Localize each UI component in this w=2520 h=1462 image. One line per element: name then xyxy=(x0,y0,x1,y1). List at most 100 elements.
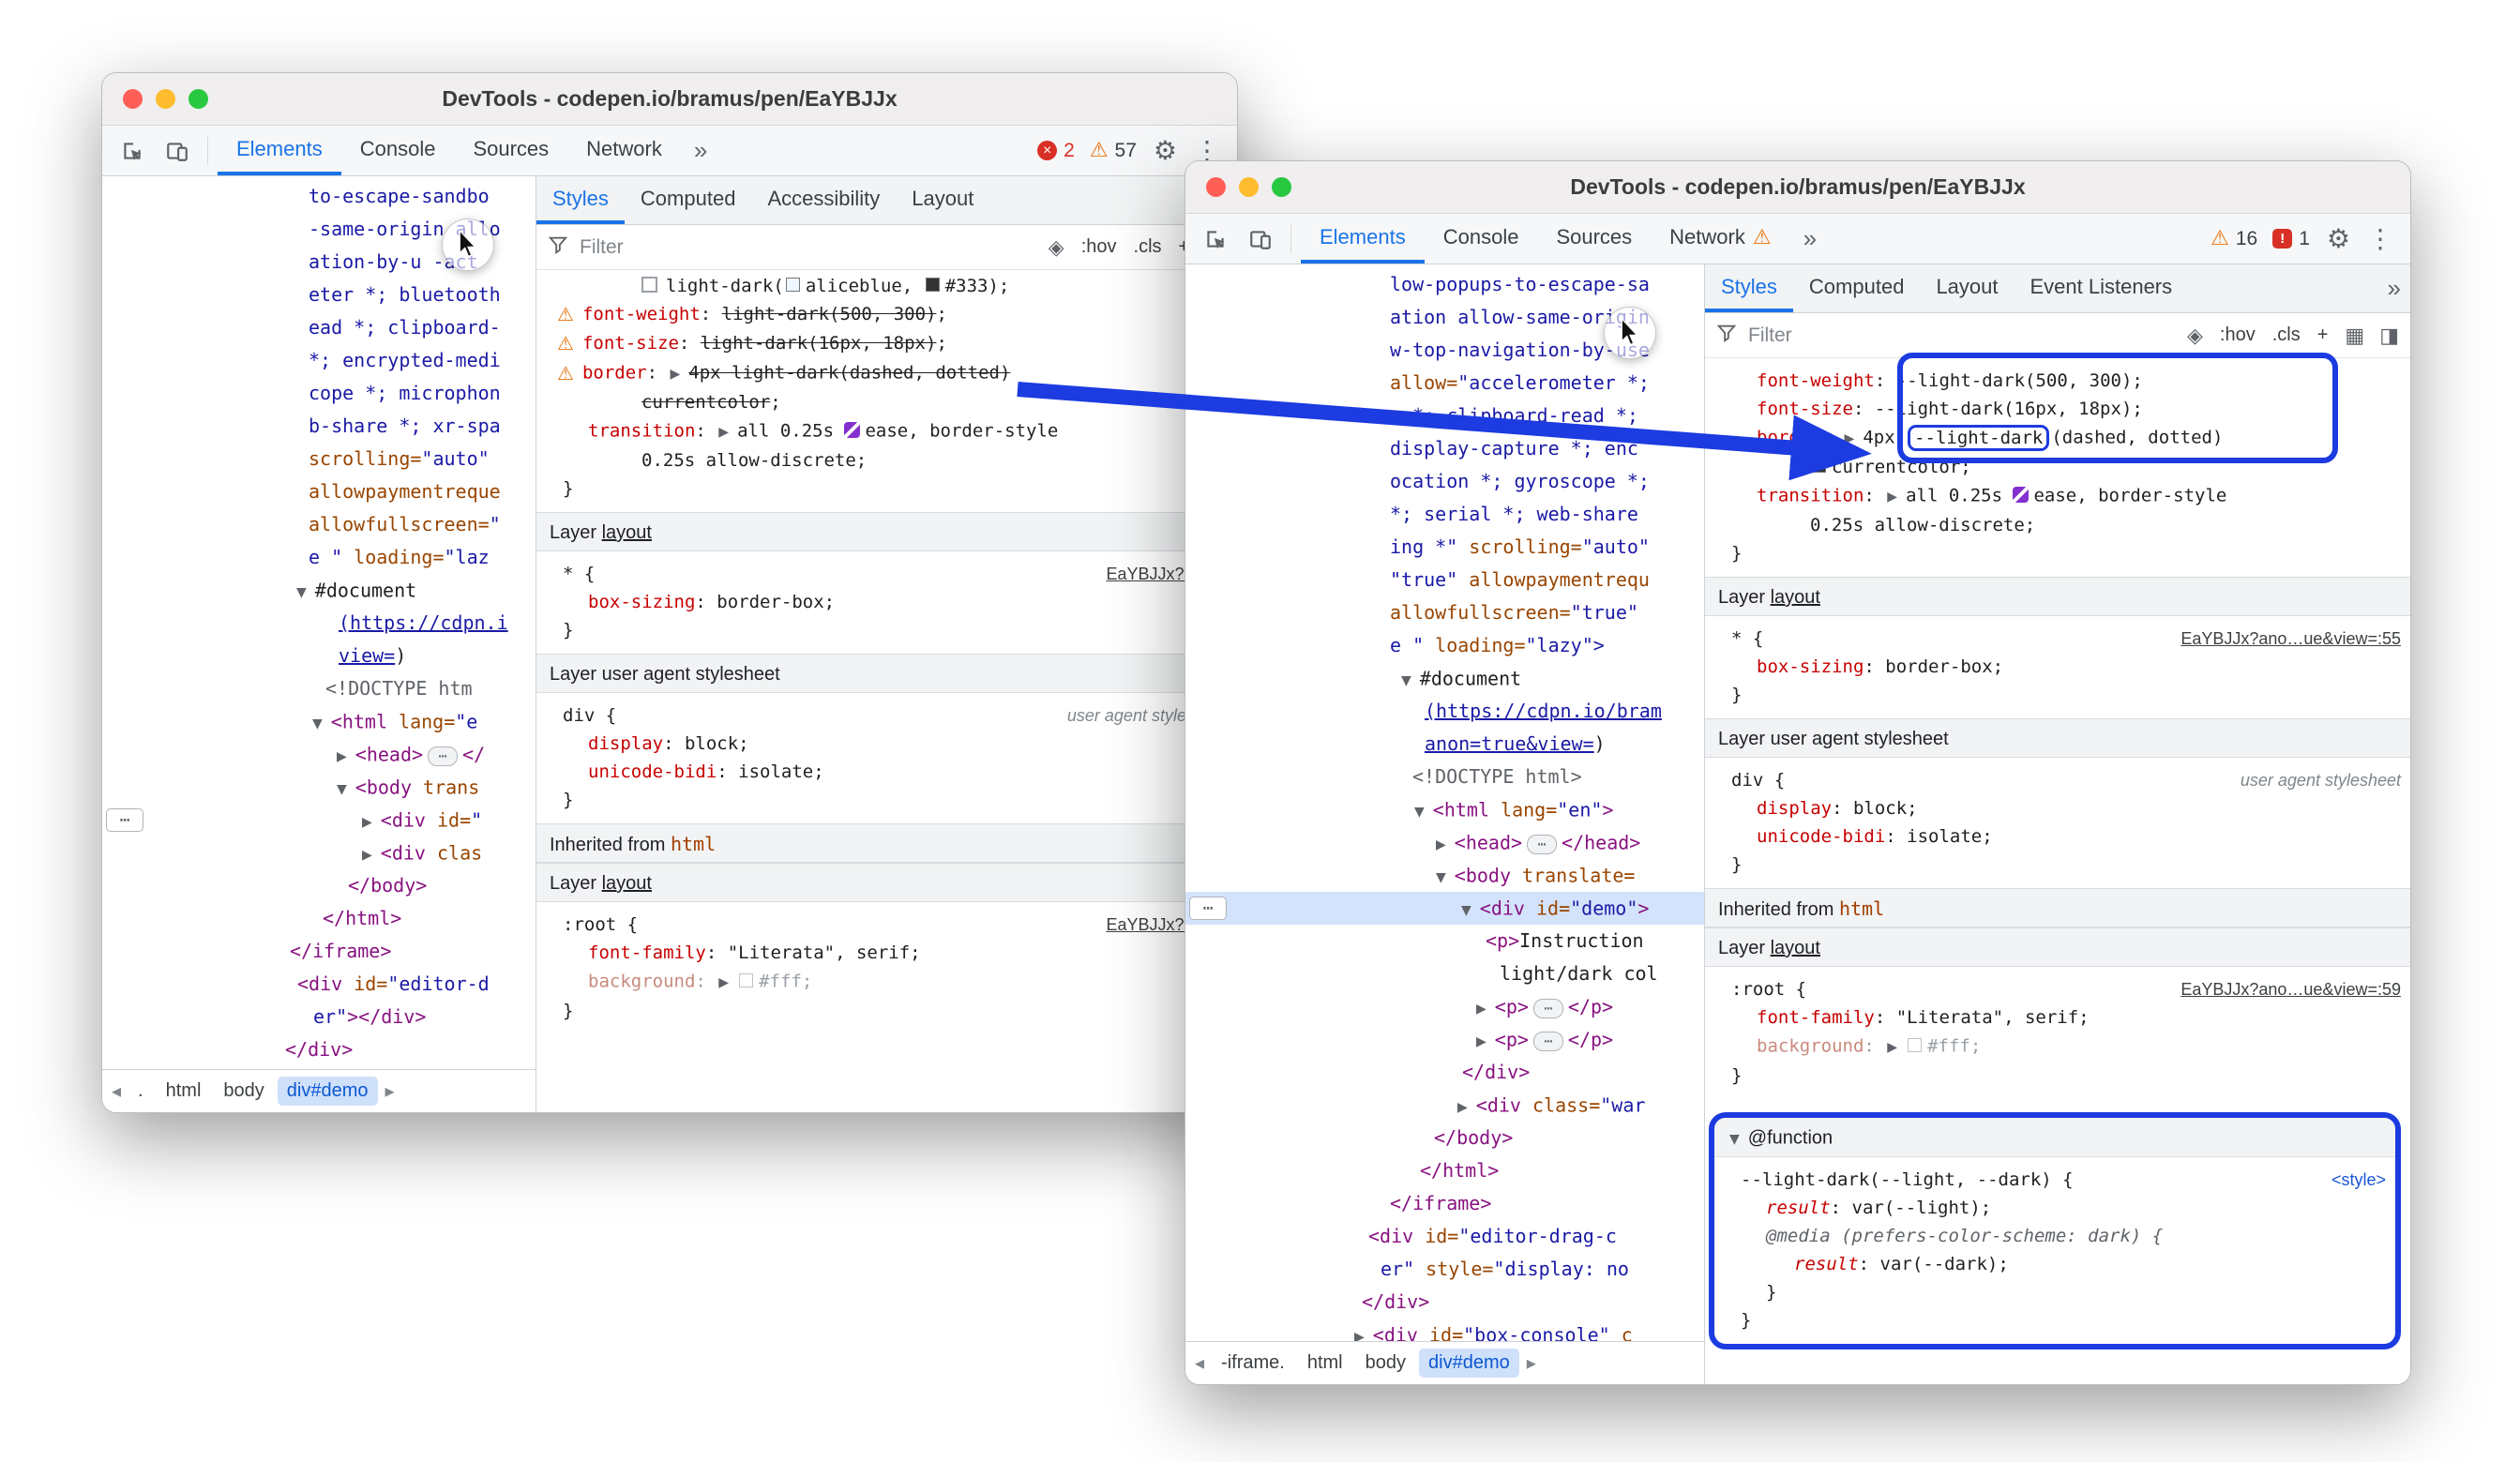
breadcrumb-item-iframe[interactable]: -iframe. xyxy=(1212,1349,1294,1378)
function-section-header[interactable]: @function xyxy=(1714,1118,2395,1157)
style-declaration[interactable]: @media (prefers-color-scheme: dark) { xyxy=(1714,1222,2395,1250)
crumb-scroll-left-icon[interactable] xyxy=(1189,1351,1210,1375)
tr-icon[interactable] xyxy=(1885,1032,1906,1062)
crumb-scroll-right-icon[interactable] xyxy=(380,1079,400,1103)
style-declaration[interactable]: font-weight: light-dark(500, 300); xyxy=(536,300,1237,329)
dom-line[interactable]: </iframe> xyxy=(1185,1187,1704,1220)
style-declaration[interactable]: } xyxy=(1705,1062,2410,1090)
code-link[interactable]: EaYBJJx?ano…ue&view=:59 xyxy=(2180,980,2401,999)
style-declaration[interactable]: 0.25s allow-discrete; xyxy=(536,446,1237,475)
tab-styles[interactable]: Styles xyxy=(536,176,625,224)
dom-line[interactable]: anon=true&view=) xyxy=(1185,728,1704,761)
devtools-window-front[interactable]: DevTools - codepen.io/bramus/pen/EaYBJJx… xyxy=(1185,160,2411,1385)
cb-icon[interactable] xyxy=(641,277,657,293)
device-toolbar-icon[interactable] xyxy=(157,130,198,172)
td-icon[interactable] xyxy=(335,771,355,806)
tab-network[interactable]: Network xyxy=(567,126,681,175)
dom-line[interactable]: <html lang="en"> xyxy=(1185,793,1704,826)
tr-icon[interactable] xyxy=(1456,1089,1476,1124)
dom-line[interactable]: </body> xyxy=(102,869,536,902)
dom-line[interactable]: ation-by-u -act xyxy=(102,246,536,279)
toggle-cls[interactable]: .cls xyxy=(2271,323,2302,348)
more-sidebar-tabs-icon[interactable] xyxy=(2378,274,2410,303)
dom-line[interactable]: (https://cdpn.i xyxy=(102,607,536,640)
source-link[interactable]: EaYBJJx?ano…ue&view=:55 xyxy=(2180,625,2401,653)
code-link[interactable]: EaYBJJx?ano…ue&view=:55 xyxy=(2180,629,2401,648)
tr-icon[interactable] xyxy=(717,967,737,997)
dom-line[interactable]: to-escape-sandbo xyxy=(102,180,536,213)
tr-icon[interactable] xyxy=(360,837,381,872)
dom-line[interactable]: <div id="editor-drag-c xyxy=(1185,1220,1704,1253)
style-declaration[interactable]: box-sizing: border-box; xyxy=(536,588,1237,616)
status-badge-error[interactable]: 2 xyxy=(1037,139,1075,162)
ell-icon[interactable] xyxy=(428,746,458,766)
style-declaration[interactable]: } xyxy=(536,997,1237,1025)
style-declaration[interactable]: } xyxy=(1714,1306,2395,1334)
tab-console[interactable]: Console xyxy=(1425,214,1538,264)
dom-line[interactable]: <div id="demo"> xyxy=(1185,892,1704,925)
dom-line[interactable]: </div> xyxy=(1185,1056,1704,1089)
dom-line[interactable]: light/dark col xyxy=(1185,957,1704,990)
tr-icon[interactable] xyxy=(668,358,688,388)
style-declaration[interactable]: background: #fff; xyxy=(1705,1032,2410,1062)
dom-line[interactable]: *; serial *; web-share xyxy=(1185,498,1704,531)
tr-icon[interactable] xyxy=(304,1066,324,1069)
dom-line[interactable]: <div clas xyxy=(102,837,536,869)
td-icon[interactable] xyxy=(1728,1118,1748,1159)
tr-icon[interactable] xyxy=(360,804,381,839)
menu-icon[interactable] xyxy=(2367,223,2393,254)
code-link[interactable]: anon=true&view= xyxy=(1425,732,1594,755)
layers-icon[interactable] xyxy=(1049,235,1064,260)
devtools-window-back[interactable]: DevTools - codepen.io/bramus/pen/EaYBJJx… xyxy=(101,72,1238,1113)
style-declaration[interactable]: result: var(--dark); xyxy=(1714,1250,2395,1278)
dom-line[interactable]: ing *" scrolling="auto" xyxy=(1185,531,1704,564)
zoom-button[interactable] xyxy=(1272,177,1291,197)
dom-line[interactable]: ead *; clipboard- xyxy=(102,311,536,344)
style-declaration[interactable]: :root {EaYBJJx?ano…ue&view=:59 xyxy=(1705,975,2410,1003)
dom-line[interactable]: e " loading="lazy"> xyxy=(1185,629,1704,662)
style-declaration[interactable]: background: #fff; xyxy=(536,967,1237,997)
dom-line[interactable]: #document xyxy=(102,574,536,607)
tab-accessibility[interactable]: Accessibility xyxy=(751,176,896,224)
code-link[interactable]: view= xyxy=(339,644,395,667)
style-declaration[interactable]: unicode-bidi: isolate; xyxy=(1705,822,2410,851)
dom-line[interactable]: <div id="editor-d xyxy=(102,968,536,1001)
breadcrumb-item-html[interactable]: html xyxy=(157,1077,211,1106)
dom-line[interactable]: cope *; microphon xyxy=(102,377,536,410)
dom-line[interactable]: display-capture *; enc xyxy=(1185,432,1704,465)
code-link[interactable]: layout xyxy=(1771,587,1820,608)
more-edge-icon[interactable] xyxy=(1189,897,1227,920)
dom-line[interactable]: e " loading="laz xyxy=(102,541,536,574)
style-declaration[interactable]: currentcolor; xyxy=(536,388,1237,416)
tr-icon[interactable] xyxy=(1474,1023,1495,1059)
dom-line[interactable]: <p></p> xyxy=(1185,990,1704,1023)
toggle-[interactable]: + xyxy=(2316,323,2331,348)
more-edge-icon[interactable] xyxy=(106,808,143,832)
style-declaration[interactable]: } xyxy=(536,786,1237,814)
style-declaration[interactable]: --light-dark(--light, --dark) {<style> xyxy=(1714,1166,2395,1194)
settings-icon[interactable] xyxy=(2327,223,2350,254)
tab-layout[interactable]: Layout xyxy=(896,176,989,224)
style-declaration[interactable]: } xyxy=(1705,681,2410,709)
titlebar[interactable]: DevTools - codepen.io/bramus/pen/EaYBJJx xyxy=(102,73,1237,126)
device-toolbar-icon[interactable] xyxy=(1240,219,1281,260)
style-declaration[interactable]: } xyxy=(1705,539,2410,567)
minimize-button[interactable] xyxy=(156,89,175,109)
source-link[interactable]: user agent stylesheet xyxy=(2241,766,2401,794)
style-declaration[interactable]: font-size: --light-dark(16px, 18px); xyxy=(1705,395,2410,423)
breadcrumb-item-div#demo[interactable]: div#demo xyxy=(278,1077,378,1106)
tr-icon[interactable] xyxy=(717,416,737,446)
dom-line[interactable]: <body translate= xyxy=(1185,859,1704,892)
dom-line[interactable]: a *; clipboard-read *; xyxy=(1185,399,1704,432)
inspect-element-icon[interactable] xyxy=(112,130,153,172)
style-declaration[interactable]: * {EaYBJJx?view= xyxy=(536,560,1237,588)
titlebar[interactable]: DevTools - codepen.io/bramus/pen/EaYBJJx xyxy=(1185,161,2410,214)
style-declaration[interactable]: 0.25s allow-discrete; xyxy=(1705,511,2410,539)
dom-line[interactable]: er" style="display: no xyxy=(1185,1253,1704,1286)
breadcrumb-item-body[interactable]: body xyxy=(1356,1349,1415,1378)
tab-computed[interactable]: Computed xyxy=(1793,264,1921,312)
style-declaration[interactable]: font-size: light-dark(16px, 18px); xyxy=(536,329,1237,358)
inspect-element-icon[interactable] xyxy=(1195,219,1236,260)
dom-line[interactable]: <body trans xyxy=(102,771,536,804)
toggle-cls[interactable]: .cls xyxy=(1132,234,1164,260)
